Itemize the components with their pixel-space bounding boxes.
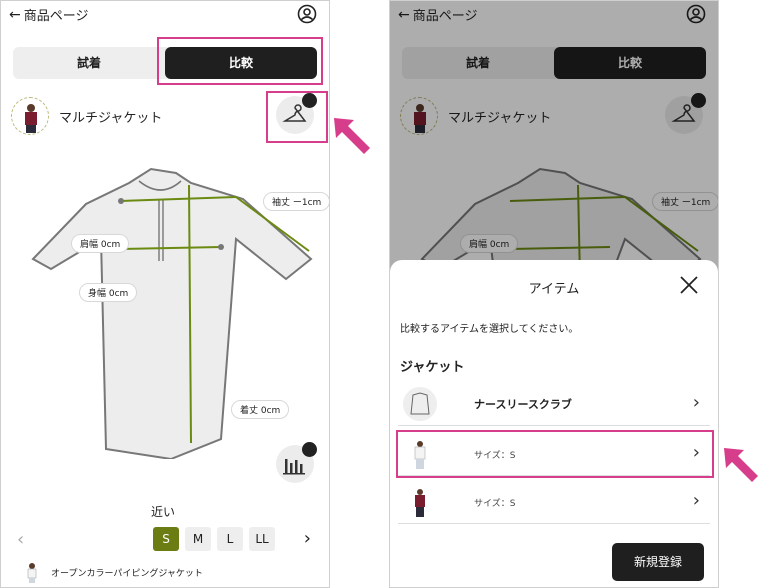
- size-option-m[interactable]: M: [185, 527, 211, 551]
- item-thumbnail: [415, 489, 425, 517]
- item-picker-sheet: アイテム 比較するアイテムを選択してください。 ジャケット ナースリースクラブ …: [390, 260, 718, 587]
- measure-sleeve: 袖丈 ー1cm: [263, 192, 329, 211]
- back-label: 商品ページ: [23, 9, 89, 24]
- top-bar: ← 商品ページ: [1, 1, 329, 29]
- prev-arrow-icon[interactable]: ‹: [17, 529, 24, 550]
- item-thumbnail: [403, 387, 437, 421]
- highlight-selected-row: [396, 430, 714, 478]
- compare-item[interactable]: オープンカラーパイピングジャケット: [23, 561, 203, 583]
- size-selector: S M L LL: [153, 527, 275, 551]
- size-option-ll[interactable]: LL: [249, 527, 275, 551]
- item-name: マルチジャケット: [59, 110, 163, 126]
- sizes-title: 近い: [151, 505, 176, 519]
- size-option-l[interactable]: L: [217, 527, 243, 551]
- list-item[interactable]: サイズ：S ›: [398, 480, 710, 524]
- compare-item-thumbnail: [27, 563, 37, 583]
- highlight-hanger-button: [266, 91, 328, 143]
- arrow-left-icon: ←: [9, 6, 21, 23]
- selected-item: マルチジャケット: [11, 97, 162, 135]
- settings-badge-icon: [302, 442, 317, 457]
- chart-button[interactable]: [276, 442, 317, 483]
- chevron-right-icon: ›: [692, 490, 700, 511]
- compare-item-name: オープンカラーパイピングジャケット: [51, 568, 203, 579]
- item-label: サイズ：S: [474, 499, 516, 509]
- measure-shoulder: 肩幅 0cm: [71, 234, 130, 253]
- size-option-s[interactable]: S: [153, 527, 179, 551]
- left-screen: ← 商品ページ 試着 比較 マルチジャケット 袖丈 ー1cm 肩幅 0cm 身幅…: [0, 0, 330, 588]
- list-item[interactable]: ナースリースクラブ ›: [398, 382, 710, 426]
- right-screen: ← 商品ページ 試着 比較 マルチジャケット 袖丈 ー1cm 肩幅 0cm アイ…: [389, 0, 719, 588]
- next-arrow-icon[interactable]: ›: [304, 528, 311, 549]
- register-button[interactable]: 新規登録: [612, 543, 704, 581]
- measure-length: 着丈 0cm: [231, 400, 290, 419]
- close-icon[interactable]: [678, 274, 700, 296]
- item-label: ナースリースクラブ: [474, 398, 572, 411]
- item-thumbnail: [11, 97, 49, 135]
- pointer-arrow-icon: [334, 118, 370, 154]
- highlight-compare-tab: [157, 37, 323, 85]
- category-heading: ジャケット: [400, 360, 465, 375]
- back-button[interactable]: ← 商品ページ: [9, 5, 89, 25]
- pointer-arrow-icon: [724, 448, 758, 482]
- sheet-title: アイテム: [528, 282, 580, 297]
- measure-body: 身幅 0cm: [79, 283, 138, 302]
- sheet-description: 比較するアイテムを選択してください。: [400, 324, 579, 335]
- user-icon[interactable]: [297, 4, 317, 24]
- tab-tryon[interactable]: 試着: [13, 47, 165, 79]
- chevron-right-icon: ›: [692, 392, 700, 413]
